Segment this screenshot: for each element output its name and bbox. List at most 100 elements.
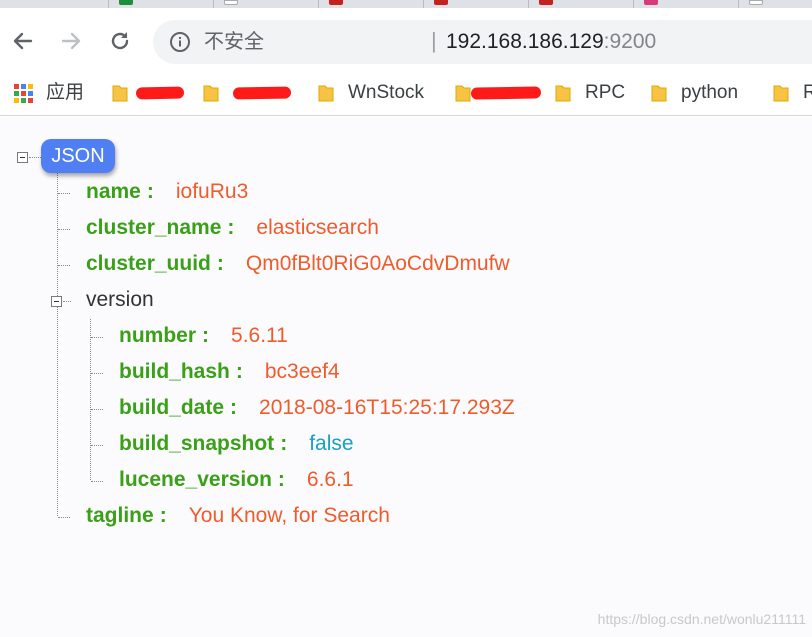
tab-favicon-icon xyxy=(329,0,343,5)
browser-tab[interactable] xyxy=(738,0,812,8)
json-value: false xyxy=(309,432,354,455)
omnibox-separator: | xyxy=(431,28,437,53)
redaction-mark xyxy=(232,86,292,100)
bookmarks-bar: 应用 WnStock RPC python R xyxy=(0,70,812,116)
tree-connector xyxy=(58,229,70,230)
tree-connector xyxy=(91,481,103,482)
json-key: build_date xyxy=(119,396,225,419)
json-row-cluster-uuid: cluster_uuid: Qm0fBlt0RiG0AoCdvDmufw xyxy=(86,252,510,275)
json-key: number xyxy=(119,324,197,347)
tree-connector xyxy=(29,157,41,158)
tree-connector xyxy=(63,301,71,302)
url-host: 192.168.186.129 xyxy=(446,30,604,53)
info-icon[interactable] xyxy=(169,31,191,53)
folder-icon xyxy=(112,85,128,102)
reload-button[interactable] xyxy=(107,28,133,54)
bookmark-label: 应用 xyxy=(46,82,85,103)
bookmark-label: RPC xyxy=(585,82,626,103)
back-arrow-icon xyxy=(13,32,33,50)
address-bar[interactable]: 不安全 | 192.168.186.129:9200 xyxy=(153,20,812,64)
tab-favicon-icon xyxy=(749,0,763,5)
bookmark-label: WnStock xyxy=(348,82,425,103)
json-value: 2018-08-16T15:25:17.293Z xyxy=(259,396,515,419)
json-key: tagline xyxy=(86,504,154,527)
tab-favicon-icon xyxy=(434,0,448,5)
json-viewer: JSON name: iofuRu3 cluster_name: elasticse… xyxy=(0,117,812,637)
bookmark-label: R xyxy=(803,82,812,103)
bookmark-label: python xyxy=(681,82,739,103)
json-value: You Know, for Search xyxy=(188,504,390,527)
browser-tab[interactable] xyxy=(318,0,423,8)
json-key: name xyxy=(86,180,141,203)
tree-guide-line xyxy=(57,173,58,516)
forward-button[interactable] xyxy=(58,28,84,54)
json-key: lucene_version xyxy=(119,468,272,491)
tree-guide-line xyxy=(90,319,91,480)
json-row-build-snapshot: build_snapshot: false xyxy=(119,432,354,455)
browser-tab[interactable] xyxy=(423,0,528,8)
bookmark-folder-rpc[interactable]: RPC xyxy=(555,80,625,106)
collapse-toggle-icon[interactable] xyxy=(51,296,62,307)
url-port: :9200 xyxy=(603,30,657,53)
json-value: bc3eef4 xyxy=(264,360,340,383)
security-label: 不安全 xyxy=(204,31,264,53)
json-row-cluster-name: cluster_name: elasticsearch xyxy=(86,216,379,239)
json-root-badge[interactable]: JSON xyxy=(41,139,115,173)
folder-icon xyxy=(203,85,219,102)
tab-favicon-icon xyxy=(119,0,133,5)
apps-grid-icon xyxy=(14,83,33,103)
bookmark-folder-r[interactable]: R xyxy=(773,80,812,106)
json-key: build_hash xyxy=(119,360,230,383)
browser-tab[interactable] xyxy=(528,0,633,8)
browser-tab[interactable] xyxy=(108,0,213,8)
tree-connector xyxy=(91,445,103,446)
forward-arrow-icon xyxy=(61,32,81,50)
folder-icon xyxy=(455,85,471,102)
browser-toolbar: 不安全 | 192.168.186.129:9200 xyxy=(0,8,812,70)
tab-favicon-icon xyxy=(644,0,658,5)
bookmark-folder-redacted-2[interactable] xyxy=(203,80,292,106)
json-row-build-date: build_date:2018-08-16T15:25:17.293Z xyxy=(119,396,515,419)
back-button[interactable] xyxy=(10,28,36,54)
json-key: cluster_uuid xyxy=(86,252,211,275)
redaction-mark xyxy=(135,86,185,100)
folder-icon xyxy=(555,85,571,102)
url-text[interactable]: 192.168.186.129:9200 xyxy=(446,28,656,56)
json-value: iofuRu3 xyxy=(175,180,249,203)
bookmark-folder-python[interactable]: python xyxy=(651,80,738,106)
json-row-version[interactable]: version xyxy=(86,286,154,314)
folder-icon xyxy=(318,85,334,102)
collapse-toggle-icon[interactable] xyxy=(17,152,28,163)
json-value: Qm0fBlt0RiG0AoCdvDmufw xyxy=(245,252,510,275)
browser-tab[interactable] xyxy=(213,0,318,8)
browser-tab[interactable] xyxy=(633,0,738,8)
json-row-number: number:5.6.11 xyxy=(119,324,288,347)
tree-connector xyxy=(91,409,103,410)
json-object-key: version xyxy=(86,288,154,311)
tree-connector xyxy=(91,373,103,374)
json-key: build_snapshot xyxy=(119,432,275,455)
json-key: cluster_name xyxy=(86,216,222,239)
json-value: 6.6.1 xyxy=(306,468,354,491)
tree-connector xyxy=(58,517,70,518)
json-row-tagline: tagline: You Know, for Search xyxy=(86,504,390,527)
tab-favicon-icon xyxy=(224,0,238,5)
tree-connector xyxy=(58,193,70,194)
reload-icon xyxy=(111,32,129,50)
json-row-build-hash: build_hash: bc3eef4 xyxy=(119,360,340,383)
bookmark-folder-redacted-1[interactable] xyxy=(112,80,185,106)
redaction-mark xyxy=(470,86,542,100)
json-value: 5.6.11 xyxy=(231,324,288,347)
tree-connector xyxy=(58,265,70,266)
tab-strip xyxy=(0,0,812,8)
bookmark-apps[interactable]: 应用 xyxy=(14,80,84,106)
bookmark-folder-redacted-3[interactable] xyxy=(455,80,542,106)
json-row-name: name: iofuRu3 xyxy=(86,180,249,203)
bookmark-folder-wnstock[interactable]: WnStock xyxy=(318,80,424,106)
folder-icon xyxy=(773,85,789,102)
tree-connector xyxy=(91,337,103,338)
folder-icon xyxy=(651,85,667,102)
json-value: elasticsearch xyxy=(256,216,379,239)
tab-favicon-icon xyxy=(539,0,553,5)
watermark: https://blog.csdn.net/wonlu211111 xyxy=(597,611,806,627)
